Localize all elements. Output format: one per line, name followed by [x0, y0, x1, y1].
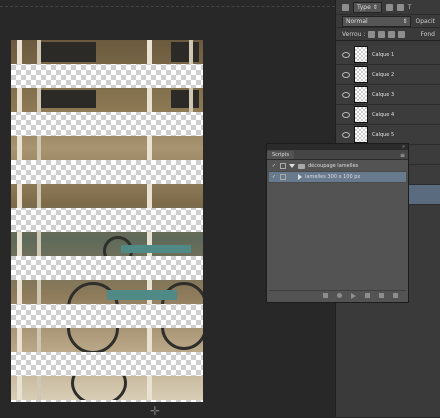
- script-set-row[interactable]: ✓ découpage lamelles: [269, 161, 406, 172]
- lock-row: Verrou : Fond: [336, 28, 440, 41]
- folder-icon: [298, 163, 305, 169]
- eye-icon[interactable]: [342, 91, 350, 98]
- check-icon[interactable]: ✓: [271, 163, 277, 169]
- scripts-panel: » Scripts ≡ ✓ découpage lamelles ✓ lamel…: [266, 143, 409, 303]
- dialog-toggle-icon[interactable]: [280, 174, 286, 180]
- fill-label: Fond: [420, 30, 435, 38]
- eye-icon[interactable]: [342, 131, 350, 138]
- ruler: [0, 0, 335, 7]
- image-strip: [11, 280, 203, 304]
- image-strip: [11, 328, 203, 352]
- panel-menu-icon[interactable]: ≡: [400, 152, 405, 159]
- lock-move-icon[interactable]: [388, 30, 396, 38]
- scripts-list: ✓ découpage lamelles ✓ lamelles 300 x 10…: [269, 161, 406, 289]
- record-icon[interactable]: [337, 293, 342, 298]
- layer-filter-bar: Type ⇕ T: [336, 0, 440, 15]
- image-strip: [11, 232, 203, 256]
- layer-label: Calque 3: [372, 91, 395, 98]
- image-strip: [11, 136, 203, 160]
- layer-thumbnail: [354, 66, 368, 83]
- layer-thumbnail: [354, 126, 368, 143]
- new-set-icon[interactable]: [365, 293, 370, 298]
- image-filter-icon[interactable]: [385, 3, 393, 11]
- layer-row[interactable]: Calque 1: [336, 45, 440, 65]
- layer-row[interactable]: Calque 4: [336, 105, 440, 125]
- scripts-footer: [269, 290, 406, 300]
- layer-thumbnail: [354, 86, 368, 103]
- document-canvas[interactable]: [11, 40, 203, 402]
- layer-label: Calque 4: [372, 111, 395, 118]
- layer-row[interactable]: Calque 3: [336, 85, 440, 105]
- check-icon[interactable]: ✓: [271, 174, 277, 180]
- trash-icon[interactable]: [393, 293, 398, 298]
- tab-scripts[interactable]: Scripts: [267, 151, 295, 159]
- eye-icon[interactable]: [342, 71, 350, 78]
- layer-label: Calque 2: [372, 71, 395, 78]
- script-action-label: lamelles 300 x 100 px: [305, 174, 361, 180]
- script-action-row[interactable]: ✓ lamelles 300 x 100 px: [269, 172, 406, 183]
- dialog-toggle-icon[interactable]: [280, 163, 286, 169]
- lock-brush-icon[interactable]: [378, 30, 386, 38]
- image-strip: [11, 40, 203, 64]
- eye-icon[interactable]: [342, 51, 350, 58]
- adjustment-filter-icon[interactable]: [396, 3, 404, 11]
- layer-thumbnail: [354, 46, 368, 63]
- layer-label: Calque 1: [372, 51, 395, 58]
- expand-icon[interactable]: [298, 174, 302, 180]
- search-icon: [342, 3, 349, 11]
- stop-icon[interactable]: [323, 293, 328, 298]
- layer-row[interactable]: Calque 2: [336, 65, 440, 85]
- blend-row: Normal ⇕ Opacit: [336, 15, 440, 28]
- image-strip: [11, 88, 203, 112]
- move-cursor-icon: ✛: [150, 404, 161, 418]
- blend-mode-label: Normal: [346, 17, 368, 25]
- script-set-label: découpage lamelles: [308, 163, 359, 169]
- image-strip: [11, 376, 203, 400]
- lock-pixels-icon[interactable]: [368, 30, 376, 38]
- image-strip: [11, 184, 203, 208]
- layer-label: Calque 5: [372, 131, 395, 138]
- lock-all-icon[interactable]: [398, 30, 406, 38]
- layer-thumbnail: [354, 106, 368, 123]
- tab-scripts-label: Scripts: [272, 152, 290, 158]
- lock-label: Verrou :: [342, 30, 366, 38]
- opacity-label: Opacit: [415, 17, 435, 25]
- collapse-icon[interactable]: »: [402, 144, 405, 150]
- filter-type-label: Type: [357, 3, 371, 11]
- expand-icon[interactable]: [289, 164, 295, 168]
- eye-icon[interactable]: [342, 111, 350, 118]
- blend-mode-select[interactable]: Normal ⇕: [342, 15, 412, 27]
- layer-row[interactable]: Calque 5: [336, 125, 440, 145]
- new-action-icon[interactable]: [379, 293, 384, 298]
- type-filter-icon[interactable]: T: [408, 4, 412, 11]
- play-icon[interactable]: [351, 292, 356, 299]
- filter-type-select[interactable]: Type ⇕: [353, 1, 382, 13]
- panel-tabs: Scripts ≡: [267, 150, 408, 160]
